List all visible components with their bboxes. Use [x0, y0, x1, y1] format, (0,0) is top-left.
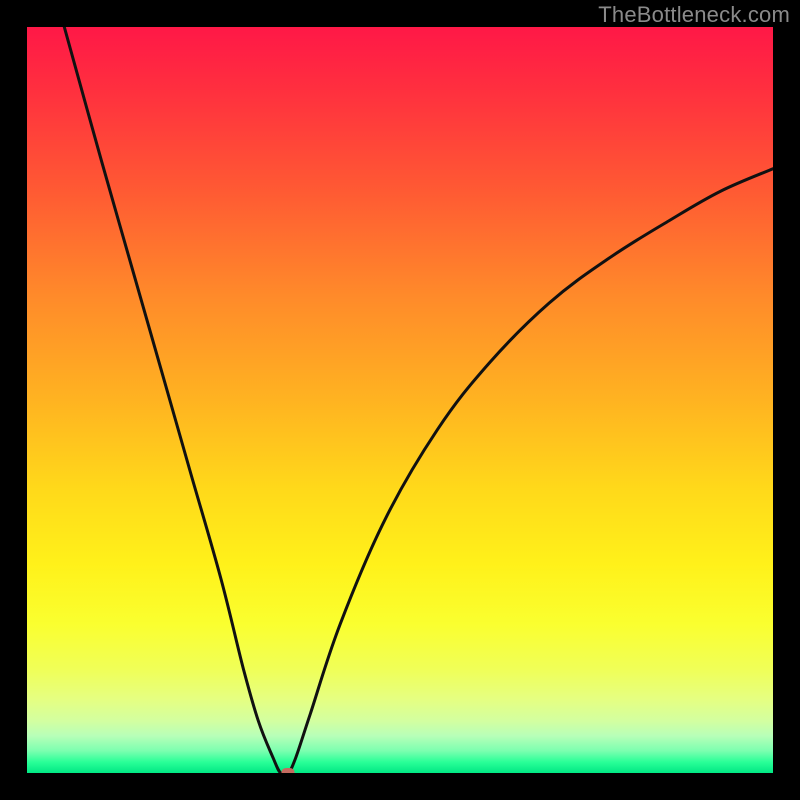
curve-path: [64, 27, 773, 773]
minimum-marker: [282, 768, 295, 773]
bottleneck-curve: [27, 27, 773, 773]
plot-area: [27, 27, 773, 773]
chart-stage: TheBottleneck.com: [0, 0, 800, 800]
attribution-text: TheBottleneck.com: [598, 2, 790, 28]
